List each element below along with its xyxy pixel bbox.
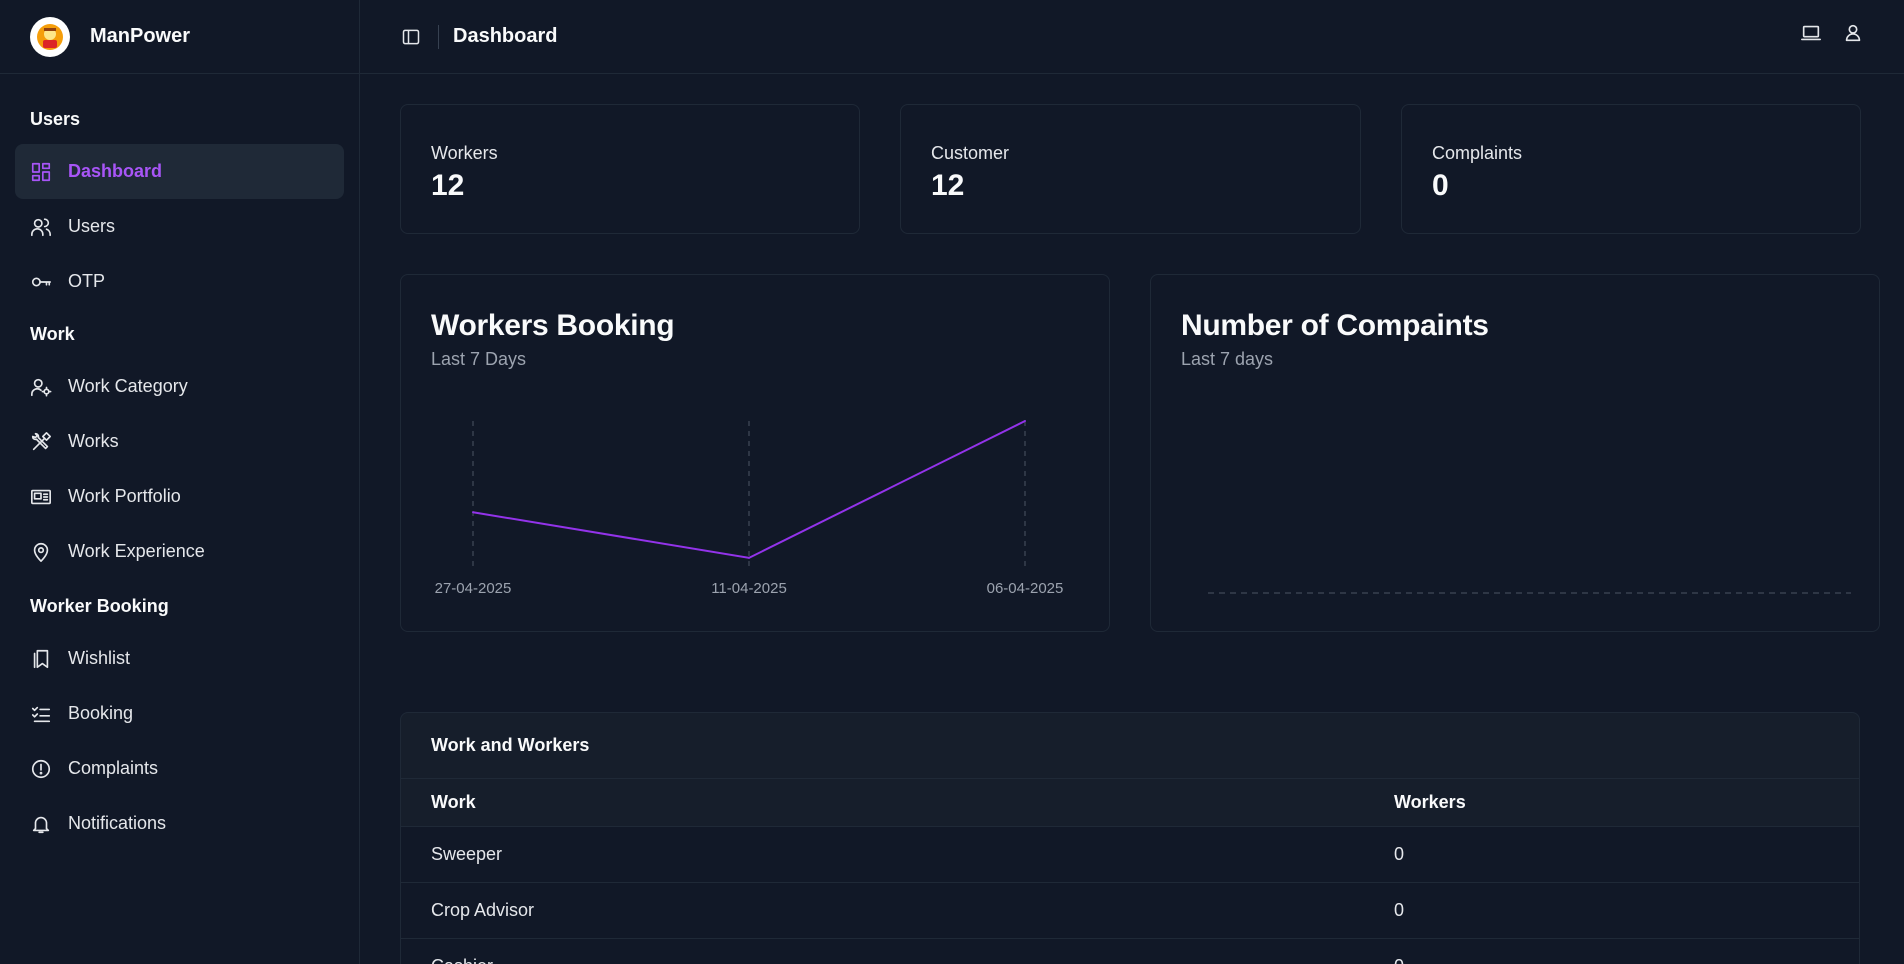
sidebar-item-work-portfolio[interactable]: Work Portfolio — [15, 469, 344, 524]
cell-workers: 0 — [1394, 844, 1405, 864]
stat-label: Customer — [931, 143, 1010, 163]
brand-logo — [30, 16, 70, 57]
nav-section-work: Work Work Category Works Work Portfolio … — [0, 319, 359, 579]
table-row[interactable]: Crop Advisor 0 — [401, 883, 1859, 939]
users-icon — [30, 216, 52, 238]
header-divider — [438, 24, 439, 49]
top-header: Dashboard — [360, 0, 1904, 74]
sidebar-item-label: Booking — [68, 703, 134, 723]
sidebar-item-label: Notifications — [68, 813, 167, 833]
sidebar-item-work-category[interactable]: Work Category — [15, 359, 344, 414]
sidebar-item-label: Works — [68, 431, 119, 451]
sidebar-item-label: Wishlist — [68, 648, 130, 668]
cell-workers: 0 — [1394, 900, 1405, 920]
sidebar-item-label: Work Experience — [68, 541, 205, 561]
checklist-icon — [30, 703, 52, 725]
bookmark-icon — [30, 648, 52, 670]
location-pin-icon — [30, 541, 52, 563]
nav-heading-users: Users — [30, 108, 81, 129]
sidebar-item-label: Work Portfolio — [68, 486, 181, 506]
tools-icon — [30, 431, 52, 453]
user-cog-icon — [30, 376, 52, 398]
stat-label: Workers — [431, 143, 498, 163]
brand-name: ManPower — [90, 25, 191, 47]
dashboard-icon — [30, 161, 52, 183]
page-title: Dashboard — [453, 25, 558, 47]
work-workers-table: Work and Workers Work Workers Sweeper 0 … — [400, 712, 1860, 964]
sidebar-item-label: Work Category — [68, 376, 188, 396]
complaints-chart — [1208, 592, 1851, 594]
x-tick-label: 06-04-2025 — [987, 580, 1064, 597]
x-tick-label: 27-04-2025 — [435, 580, 512, 597]
user-icon[interactable] — [1842, 22, 1864, 49]
sidebar-item-work-experience[interactable]: Work Experience — [15, 524, 344, 579]
nav-section-worker-booking: Worker Booking Wishlist Booking Complain… — [0, 591, 359, 851]
stat-card-complaints: Complaints 0 — [1401, 104, 1861, 234]
stat-label: Complaints — [1432, 143, 1523, 163]
sidebar-item-users[interactable]: Users — [15, 199, 344, 254]
stat-value: 0 — [1432, 169, 1449, 202]
cell-work: Sweeper — [431, 844, 503, 864]
brand[interactable]: ManPower — [0, 0, 359, 74]
stat-card-workers: Workers 12 — [400, 104, 860, 234]
key-icon — [30, 271, 52, 293]
data-point[interactable] — [748, 556, 750, 559]
sidebar-item-wishlist[interactable]: Wishlist — [15, 631, 344, 686]
chart-card-workers-booking: Workers Booking Last 7 Days 27-04-2025 11… — [400, 274, 1110, 632]
data-point[interactable] — [472, 511, 474, 514]
sidebar: ManPower Users Dashboard Users OTP Work — [0, 0, 360, 964]
table-title: Work and Workers — [401, 713, 1859, 779]
sidebar-item-dashboard[interactable]: Dashboard — [15, 144, 344, 199]
sidebar-item-label: Complaints — [68, 758, 159, 778]
x-tick-label: 11-04-2025 — [711, 580, 787, 597]
table-row[interactable]: Cashier 0 — [401, 939, 1859, 964]
laptop-icon[interactable] — [1800, 22, 1822, 49]
sidebar-item-works[interactable]: Works — [15, 414, 344, 469]
sidebar-item-label: OTP — [68, 271, 106, 291]
stat-value: 12 — [931, 169, 965, 202]
sidebar-item-label: Dashboard — [68, 161, 163, 181]
sidebar-toggle-icon[interactable] — [400, 26, 422, 48]
portfolio-icon — [30, 486, 52, 508]
cell-workers: 0 — [1394, 956, 1859, 964]
sidebar-item-booking[interactable]: Booking — [15, 686, 344, 741]
table-header-row: Work Workers — [401, 779, 1859, 827]
column-header-workers: Workers — [1394, 792, 1466, 812]
nav-section-users: Users Dashboard Users OTP — [0, 104, 359, 309]
alert-circle-icon — [30, 758, 52, 780]
cell-work: Crop Advisor — [431, 900, 535, 920]
column-header-work: Work — [431, 792, 476, 812]
sidebar-item-otp[interactable]: OTP — [15, 254, 344, 309]
nav-heading-worker-booking: Worker Booking — [30, 595, 169, 616]
nav-heading-work: Work — [30, 323, 75, 344]
data-point[interactable] — [1024, 420, 1026, 422]
stat-value: 12 — [431, 169, 465, 202]
workers-booking-chart: 27-04-2025 11-04-2025 06-04-2025 — [435, 420, 1064, 597]
stat-card-customer: Customer 12 — [900, 104, 1361, 234]
bell-icon — [30, 813, 52, 835]
chart-card-complaints: Number of Compaints Last 7 days — [1150, 274, 1880, 632]
sidebar-item-label: Users — [68, 216, 116, 236]
sidebar-item-notifications[interactable]: Notifications — [15, 796, 344, 851]
cell-work: Cashier — [401, 956, 1394, 964]
header-actions — [1800, 22, 1864, 49]
table-row[interactable]: Sweeper 0 — [401, 827, 1859, 883]
sidebar-item-complaints[interactable]: Complaints — [15, 741, 344, 796]
